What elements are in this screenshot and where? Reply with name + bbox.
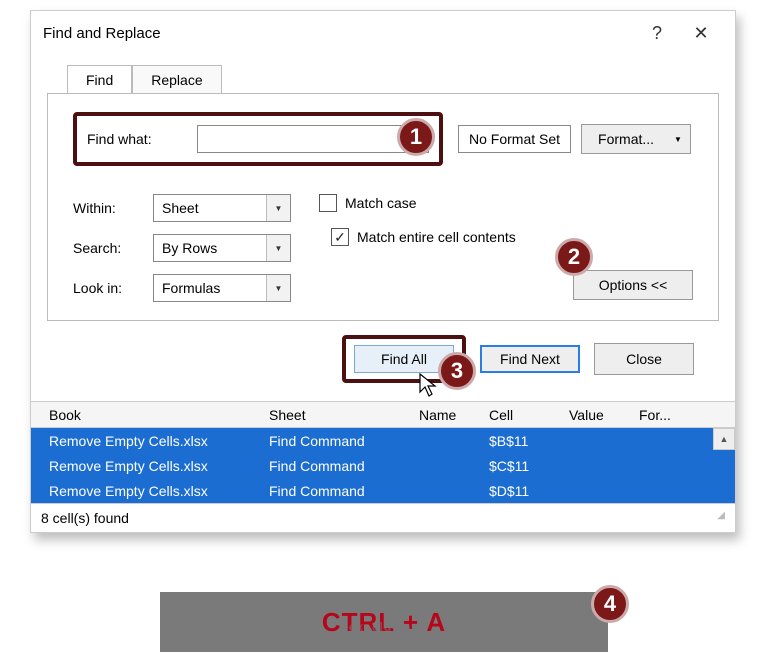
resize-grip-icon[interactable]: ◢ xyxy=(717,510,725,526)
watermark-text: exceldemy xyxy=(349,620,419,634)
tab-replace[interactable]: Replace xyxy=(132,65,221,94)
search-label: Search: xyxy=(73,240,153,256)
dialog-titlebar: Find and Replace ? ✕ xyxy=(31,11,735,55)
results-list: Book Sheet Name Cell Value For... ▲ Remo… xyxy=(31,401,735,503)
cursor-icon xyxy=(418,372,440,398)
find-next-button[interactable]: Find Next xyxy=(480,345,580,373)
col-sheet[interactable]: Sheet xyxy=(261,407,411,423)
chevron-down-icon[interactable]: ▼ xyxy=(674,135,682,144)
format-preview: No Format Set xyxy=(458,125,571,153)
status-bar: 8 cell(s) found ◢ xyxy=(31,503,735,532)
results-row[interactable]: Remove Empty Cells.xlsxFind Command$C$11 xyxy=(31,453,735,478)
annotation-badge-1: 1 xyxy=(397,118,435,156)
close-button[interactable]: Close xyxy=(594,343,694,375)
search-dropdown[interactable]: By Rows ▼ xyxy=(153,234,291,262)
results-header: Book Sheet Name Cell Value For... xyxy=(31,402,735,428)
within-label: Within: xyxy=(73,200,153,216)
find-what-label: Find what: xyxy=(87,131,197,147)
lookin-label: Look in: xyxy=(73,280,153,296)
shortcut-banner: CTRL + A exceldemy xyxy=(160,592,608,652)
tab-find[interactable]: Find xyxy=(67,65,132,94)
chevron-down-icon[interactable]: ▼ xyxy=(266,195,290,221)
options-button[interactable]: Options << xyxy=(573,270,693,300)
annotation-badge-2: 2 xyxy=(555,238,593,276)
format-button[interactable]: Format... ▼ xyxy=(581,124,691,154)
match-entire-checkbox[interactable] xyxy=(331,228,349,246)
find-what-row: Find what: ▼ xyxy=(73,112,443,166)
close-icon[interactable]: ✕ xyxy=(679,11,723,55)
annotation-badge-3: 3 xyxy=(438,352,476,390)
match-case-checkbox[interactable] xyxy=(319,194,337,212)
chevron-down-icon[interactable]: ▼ xyxy=(266,235,290,261)
col-formula[interactable]: For... xyxy=(631,407,671,423)
chevron-down-icon[interactable]: ▼ xyxy=(266,275,290,301)
scroll-up-icon[interactable]: ▲ xyxy=(713,428,735,450)
match-case-label: Match case xyxy=(345,195,417,211)
find-what-input[interactable] xyxy=(198,126,404,152)
col-name[interactable]: Name xyxy=(411,407,481,423)
lookin-dropdown[interactable]: Formulas ▼ xyxy=(153,274,291,302)
annotation-badge-4: 4 xyxy=(591,585,629,623)
find-replace-dialog: Find and Replace ? ✕ Find Replace Find w… xyxy=(30,10,736,533)
results-row[interactable]: Remove Empty Cells.xlsxFind Command$B$11 xyxy=(31,428,735,453)
col-book[interactable]: Book xyxy=(41,407,261,423)
within-dropdown[interactable]: Sheet ▼ xyxy=(153,194,291,222)
match-entire-label: Match entire cell contents xyxy=(357,229,516,245)
col-value[interactable]: Value xyxy=(561,407,631,423)
dialog-title: Find and Replace xyxy=(43,25,161,42)
results-row[interactable]: Remove Empty Cells.xlsxFind Command$D$11 xyxy=(31,478,735,503)
find-what-combo[interactable]: ▼ xyxy=(197,125,429,153)
help-button[interactable]: ? xyxy=(635,11,679,55)
status-text: 8 cell(s) found xyxy=(41,510,129,526)
col-cell[interactable]: Cell xyxy=(481,407,561,423)
